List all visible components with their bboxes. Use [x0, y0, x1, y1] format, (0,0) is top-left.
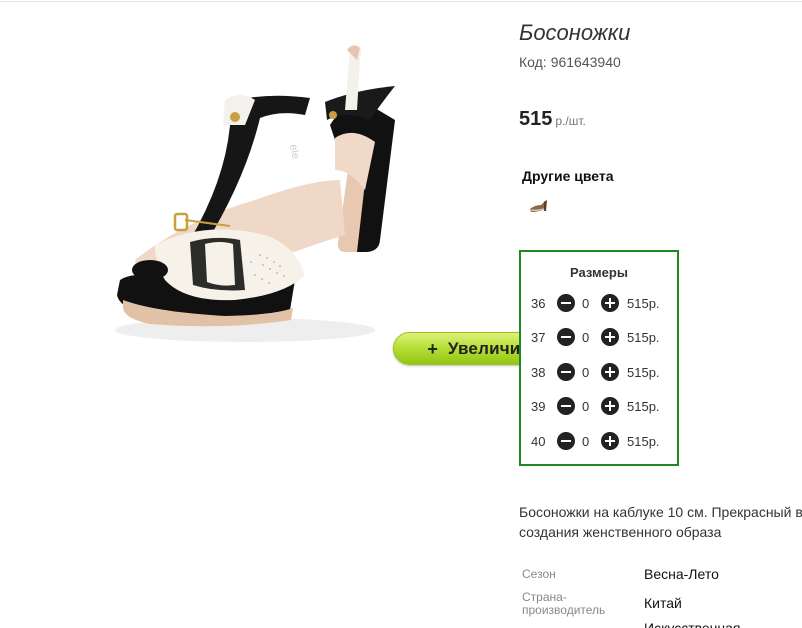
plus-icon[interactable] [601, 294, 619, 312]
size-row: 40 0 515р. [521, 430, 677, 454]
product-description: Босоножки на каблуке 10 см. Прекрасный в… [519, 502, 802, 542]
size-number: 40 [531, 434, 546, 449]
size-price: 515р. [627, 399, 660, 414]
size-row: 39 0 515р. [521, 395, 677, 419]
product-image[interactable]: ele + Увеличить [95, 30, 574, 365]
plus-icon[interactable] [601, 328, 619, 346]
size-row: 36 0 515р. [521, 292, 677, 316]
product-price: 515 р./шт. [519, 108, 586, 131]
size-price: 515р. [627, 434, 660, 449]
sizes-panel: Размеры 36 0 515р. 37 0 515р. 38 0 515р.… [519, 250, 679, 466]
description-line: Босоножки на каблуке 10 см. Прекрасный в [519, 504, 802, 520]
spec-label-country: Страна- [522, 590, 567, 604]
size-price: 515р. [627, 330, 660, 345]
size-quantity: 0 [582, 399, 590, 414]
size-quantity: 0 [582, 434, 590, 449]
size-number: 37 [531, 330, 546, 345]
svg-text:ele: ele [287, 143, 301, 160]
top-divider [0, 1, 802, 2]
size-quantity: 0 [582, 365, 590, 380]
spec-label-season: Сезон [522, 567, 556, 581]
minus-icon[interactable] [557, 328, 575, 346]
size-quantity: 0 [582, 330, 590, 345]
product-code-value: 961643940 [550, 54, 621, 70]
plus-icon[interactable] [601, 363, 619, 381]
size-price: 515р. [627, 296, 660, 311]
sandal-thumbnail-icon[interactable] [527, 195, 551, 215]
minus-icon[interactable] [557, 397, 575, 415]
size-number: 39 [531, 399, 546, 414]
minus-icon[interactable] [557, 363, 575, 381]
price-unit: р./шт. [555, 114, 586, 128]
spec-value-season: Весна-Лето [644, 566, 719, 582]
plus-icon[interactable] [601, 397, 619, 415]
minus-icon[interactable] [557, 294, 575, 312]
size-price: 515р. [627, 365, 660, 380]
other-colors-heading: Другие цвета [522, 168, 614, 184]
price-value: 515 [519, 108, 553, 130]
spec-value-material: Искусственная [644, 620, 741, 628]
product-title: Босоножки [519, 20, 631, 45]
product-code-label: Код: [519, 54, 547, 70]
product-code: Код: 961643940 [519, 54, 621, 70]
description-line: создания женственного образа [519, 524, 722, 540]
spec-label-country-line2: производитель [522, 603, 606, 617]
size-quantity: 0 [582, 296, 590, 311]
size-number: 36 [531, 296, 546, 311]
sizes-heading: Размеры [570, 265, 628, 280]
size-row: 37 0 515р. [521, 326, 677, 350]
plus-icon[interactable] [601, 432, 619, 450]
minus-icon[interactable] [557, 432, 575, 450]
size-number: 38 [531, 365, 546, 380]
spec-value-country: Китай [644, 595, 682, 611]
size-row: 38 0 515р. [521, 361, 677, 385]
sandal-illustration: ele [115, 45, 395, 342]
plus-icon: + [427, 338, 438, 359]
